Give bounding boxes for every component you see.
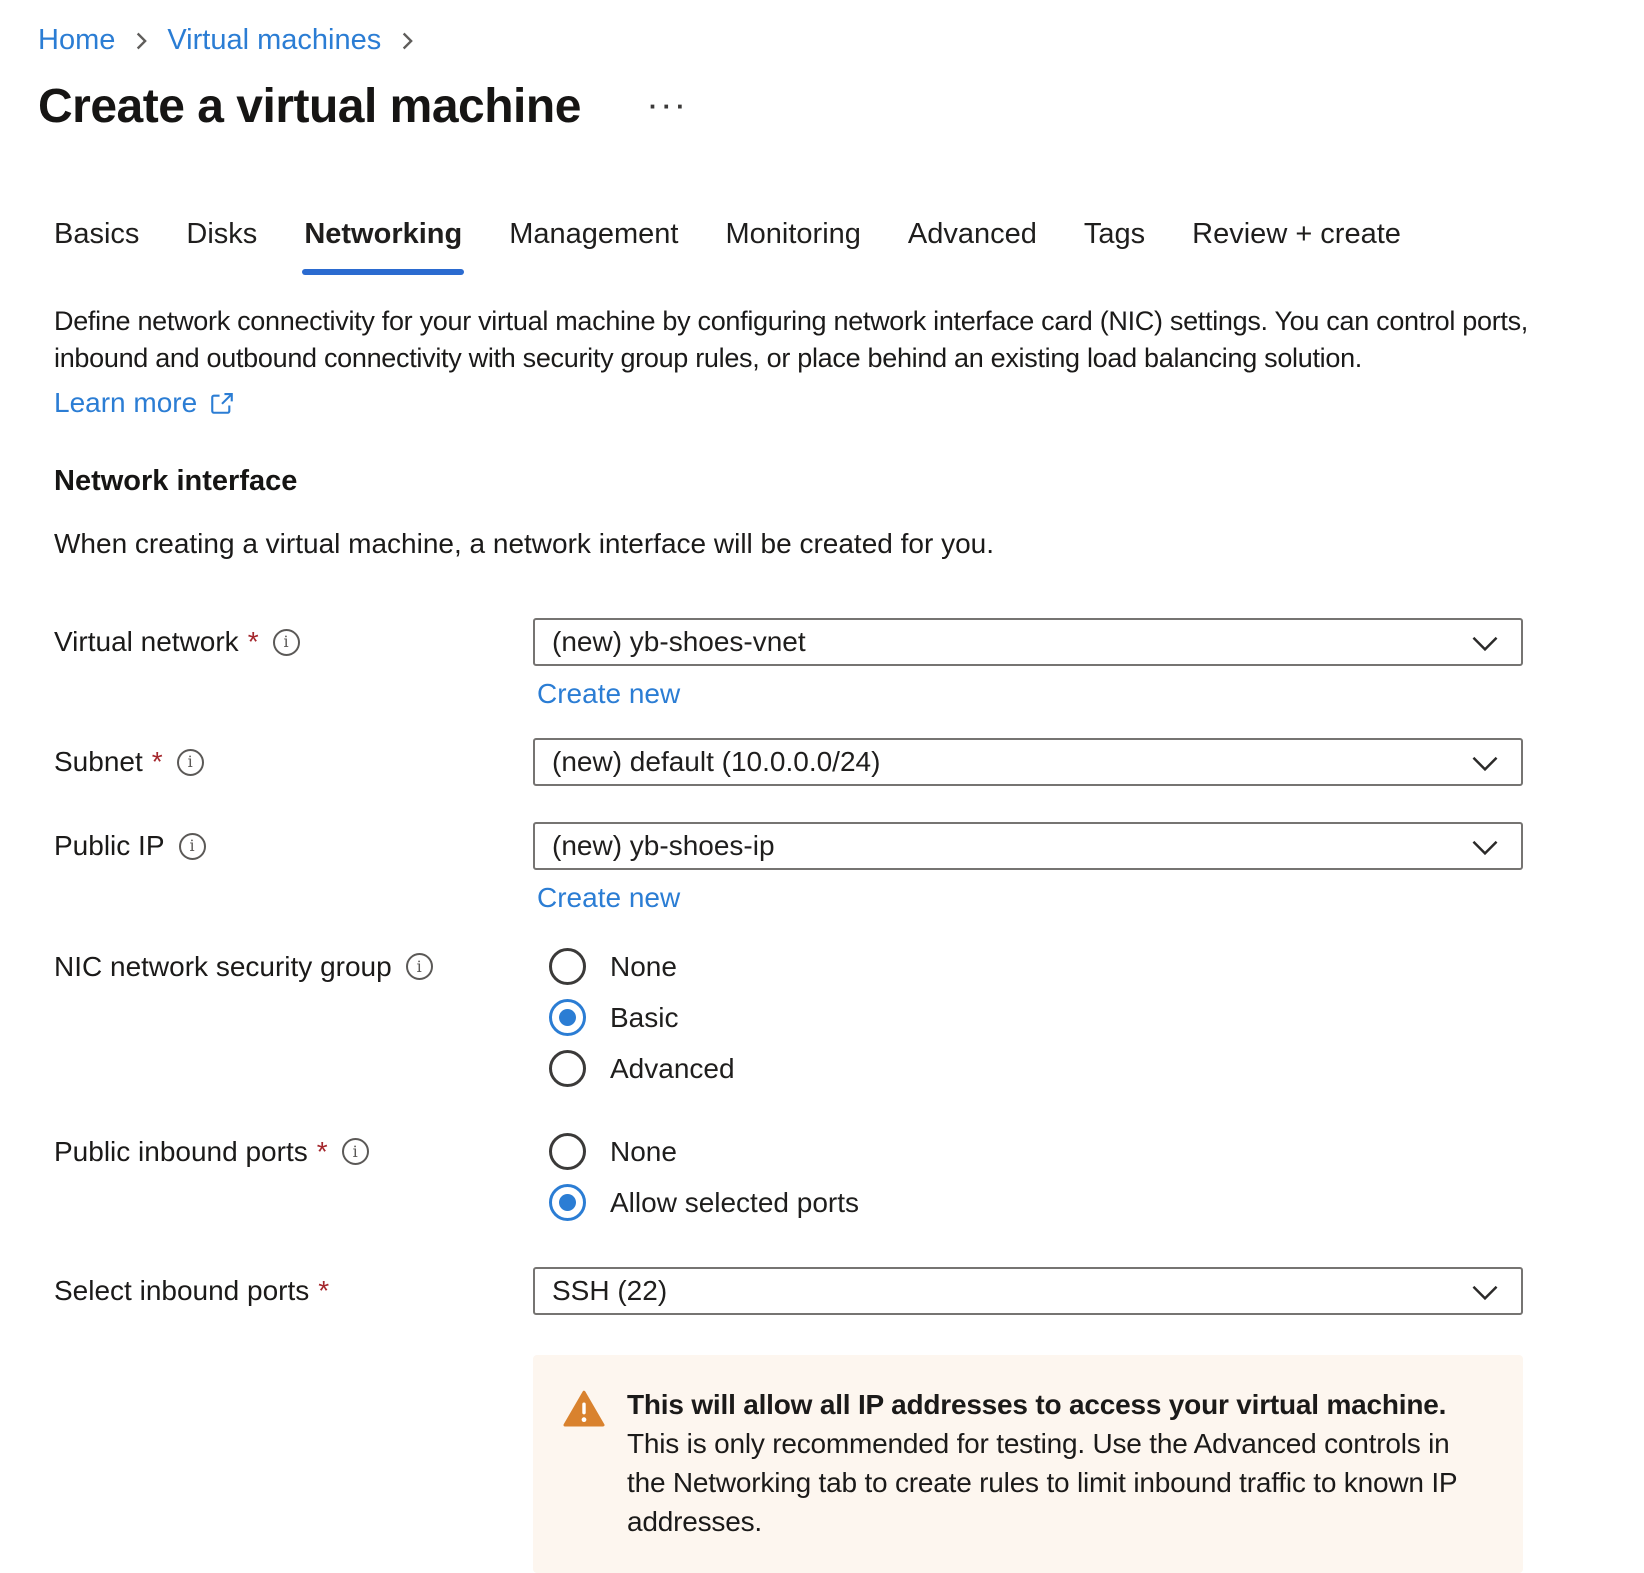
nic-nsg-option-basic[interactable]: Basic (549, 999, 1523, 1036)
public-ip-value: (new) yb-shoes-ip (552, 830, 775, 862)
more-menu-button[interactable]: ··· (643, 91, 696, 122)
select-inbound-ports-value: SSH (22) (552, 1275, 667, 1307)
nic-nsg-radio-group: None Basic Advanced (533, 948, 1523, 1087)
open-ports-warning: This will allow all IP addresses to acce… (533, 1355, 1523, 1573)
warning-icon (563, 1390, 605, 1541)
chevron-down-icon (1469, 1280, 1501, 1313)
radio-label: Basic (610, 1002, 678, 1034)
learn-more-label: Learn more (54, 387, 197, 419)
breadcrumb-virtual-machines-link[interactable]: Virtual machines (167, 24, 381, 57)
field-label: Virtual network (54, 626, 239, 658)
virtual-network-label: Virtual network * i (54, 626, 533, 658)
breadcrumb: Home Virtual machines (0, 0, 1644, 57)
chevron-down-icon (1469, 751, 1501, 784)
tab-monitoring[interactable]: Monitoring (726, 218, 861, 275)
create-new-vnet-link[interactable]: Create new (537, 678, 680, 709)
subnet-dropdown[interactable]: (new) default (10.0.0.0/24) (533, 738, 1523, 786)
info-icon[interactable]: i (179, 833, 206, 860)
virtual-network-dropdown[interactable]: (new) yb-shoes-vnet (533, 618, 1523, 666)
subnet-label: Subnet * i (54, 746, 533, 778)
network-interface-heading: Network interface (54, 465, 1644, 498)
public-ip-label: Public IP i (54, 830, 533, 862)
nic-nsg-label: NIC network security group i (54, 948, 533, 985)
radio-none-icon (549, 1133, 586, 1170)
inbound-option-none[interactable]: None (549, 1133, 1523, 1170)
networking-description: Define network connectivity for your vir… (54, 303, 1534, 377)
subnet-value: (new) default (10.0.0.0/24) (552, 746, 880, 778)
tab-basics[interactable]: Basics (54, 218, 139, 275)
radio-label: Allow selected ports (610, 1187, 859, 1219)
info-icon[interactable]: i (406, 953, 433, 980)
warning-row: This will allow all IP addresses to acce… (54, 1355, 1644, 1573)
info-icon[interactable]: i (273, 629, 300, 656)
radio-label: None (610, 1136, 677, 1168)
field-label: Public IP (54, 830, 165, 862)
required-asterisk: * (152, 746, 163, 778)
breadcrumb-chevron-icon (397, 29, 417, 53)
radio-advanced-icon (549, 1050, 586, 1087)
field-label: Subnet (54, 746, 143, 778)
nic-nsg-row: NIC network security group i None Basic … (54, 948, 1644, 1087)
breadcrumb-chevron-icon (131, 29, 151, 53)
select-inbound-ports-label: Select inbound ports * (54, 1275, 533, 1307)
tab-disks[interactable]: Disks (186, 218, 257, 275)
select-inbound-ports-dropdown[interactable]: SSH (22) (533, 1267, 1523, 1315)
required-asterisk: * (318, 1275, 329, 1307)
public-ip-row: Public IP i (new) yb-shoes-ip (54, 822, 1644, 870)
public-inbound-ports-radio-group: None Allow selected ports (533, 1133, 1523, 1221)
page-title: Create a virtual machine (38, 79, 581, 134)
inbound-option-allow-selected-ports[interactable]: Allow selected ports (549, 1184, 1523, 1221)
create-new-public-ip-link[interactable]: Create new (537, 882, 680, 913)
required-asterisk: * (317, 1136, 328, 1168)
breadcrumb-home-link[interactable]: Home (38, 24, 115, 57)
radio-label: None (610, 951, 677, 983)
field-label: Select inbound ports (54, 1275, 309, 1307)
radio-allow-selected-icon (549, 1184, 586, 1221)
subnet-row: Subnet * i (new) default (10.0.0.0/24) (54, 738, 1644, 786)
select-inbound-ports-row: Select inbound ports * SSH (22) (54, 1267, 1644, 1315)
tab-networking[interactable]: Networking (304, 218, 462, 275)
learn-more-link[interactable]: Learn more (54, 387, 235, 419)
virtual-network-row: Virtual network * i (new) yb-shoes-vnet (54, 618, 1644, 666)
tab-review-create[interactable]: Review + create (1192, 218, 1401, 275)
virtual-network-value: (new) yb-shoes-vnet (552, 626, 806, 658)
chevron-down-icon (1469, 631, 1501, 664)
warning-body-text: This is only recommended for testing. Us… (627, 1428, 1457, 1537)
nic-nsg-option-advanced[interactable]: Advanced (549, 1050, 1523, 1087)
tab-bar: Basics Disks Networking Management Monit… (54, 218, 1644, 275)
info-icon[interactable]: i (342, 1138, 369, 1165)
public-inbound-ports-label: Public inbound ports * i (54, 1133, 533, 1170)
tab-tags[interactable]: Tags (1084, 218, 1145, 275)
warning-bold-text: This will allow all IP addresses to acce… (627, 1389, 1446, 1420)
public-ip-dropdown[interactable]: (new) yb-shoes-ip (533, 822, 1523, 870)
required-asterisk: * (248, 626, 259, 658)
network-interface-description: When creating a virtual machine, a netwo… (54, 528, 1644, 560)
radio-basic-selected-icon (549, 999, 586, 1036)
nic-nsg-option-none[interactable]: None (549, 948, 1523, 985)
public-inbound-ports-row: Public inbound ports * i None Allow sele… (54, 1133, 1644, 1221)
tab-management[interactable]: Management (509, 218, 678, 275)
radio-none-icon (549, 948, 586, 985)
field-label: NIC network security group (54, 951, 392, 983)
warning-text: This will allow all IP addresses to acce… (627, 1385, 1483, 1541)
chevron-down-icon (1469, 835, 1501, 868)
external-link-icon (209, 390, 235, 416)
radio-label: Advanced (610, 1053, 735, 1085)
info-icon[interactable]: i (177, 749, 204, 776)
tab-advanced[interactable]: Advanced (908, 218, 1037, 275)
field-label: Public inbound ports (54, 1136, 308, 1168)
